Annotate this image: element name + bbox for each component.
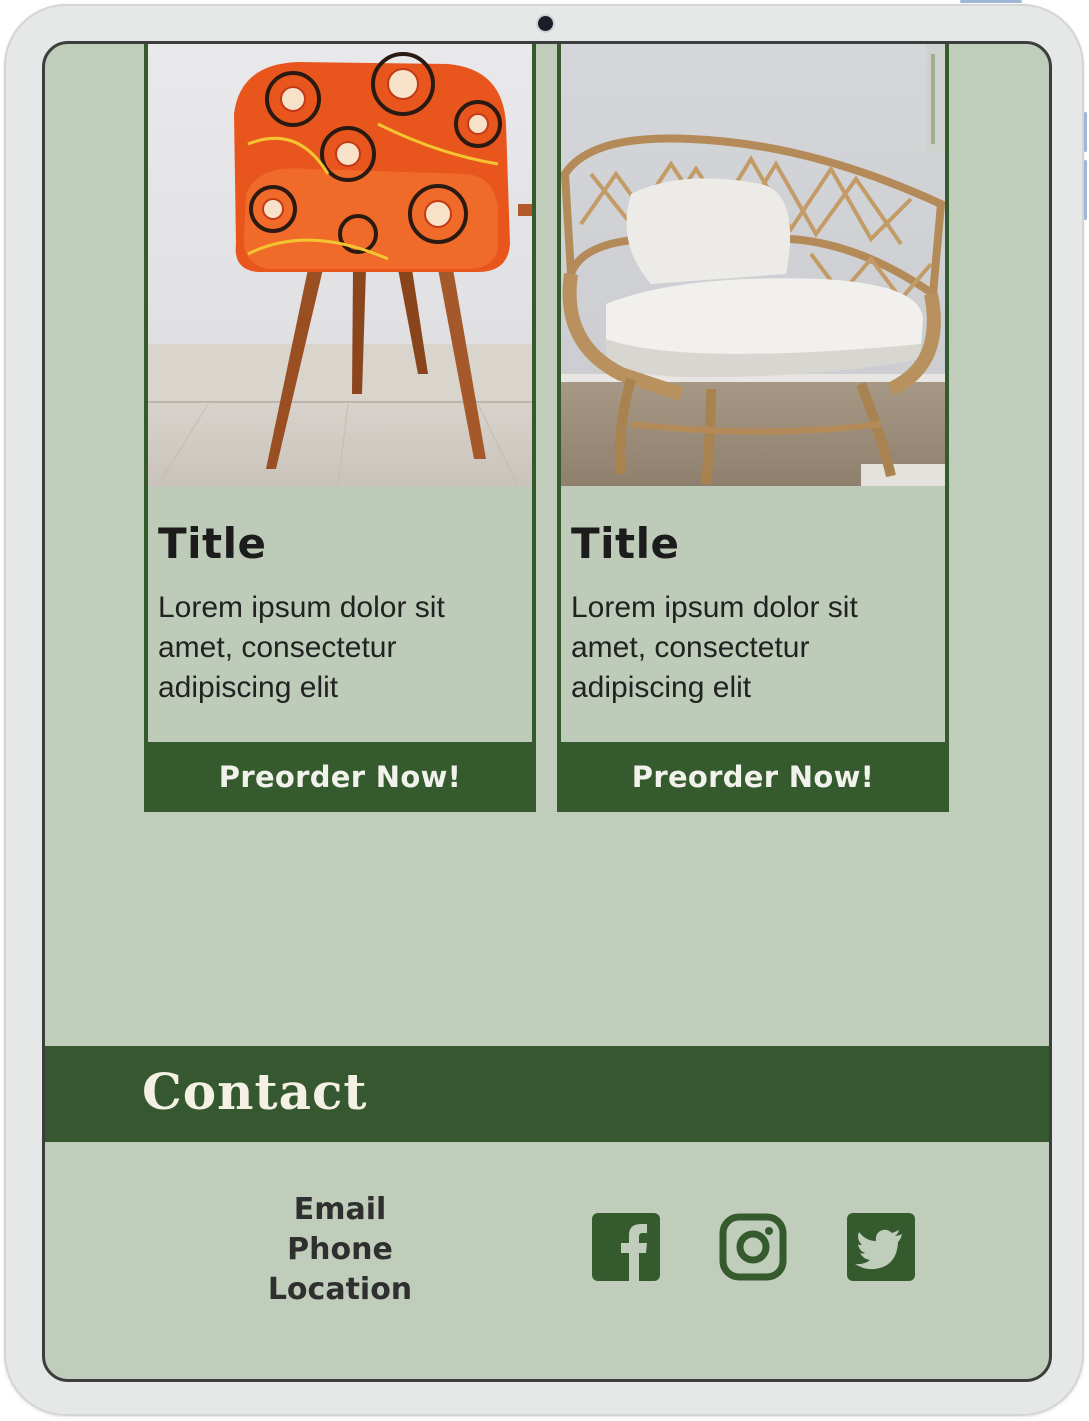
contact-info: Email Phone Location [235,1190,445,1310]
product-title: Title [158,519,267,568]
product-card: Title Lorem ipsum dolor sit amet, consec… [144,44,536,812]
product-description: Lorem ipsum dolor sit amet, consectetur … [571,591,858,704]
preorder-button[interactable]: Preorder Now! [144,742,536,812]
product-image-orange-chair [148,44,532,486]
facebook-icon[interactable] [592,1213,660,1281]
product-card: Title Lorem ipsum dolor sit amet, consec… [557,44,949,812]
contact-header: Contact [45,1046,1049,1142]
product-image-rattan-chair [561,44,945,486]
contact-email[interactable]: Email [235,1190,445,1230]
screen: Title Lorem ipsum dolor sit amet, consec… [42,41,1052,1382]
product-description: Lorem ipsum dolor sit amet, consectetur … [158,591,445,704]
front-camera [538,16,553,31]
volume-up-button [1084,112,1087,152]
contact-phone[interactable]: Phone [235,1230,445,1270]
instagram-icon[interactable] [719,1213,787,1281]
power-button [960,0,1022,3]
product-title: Title [571,519,680,568]
contact-heading: Contact [142,1062,368,1121]
twitter-icon[interactable] [847,1213,915,1281]
contact-location[interactable]: Location [235,1270,445,1310]
preorder-button[interactable]: Preorder Now! [557,742,949,812]
volume-down-button [1084,160,1087,220]
